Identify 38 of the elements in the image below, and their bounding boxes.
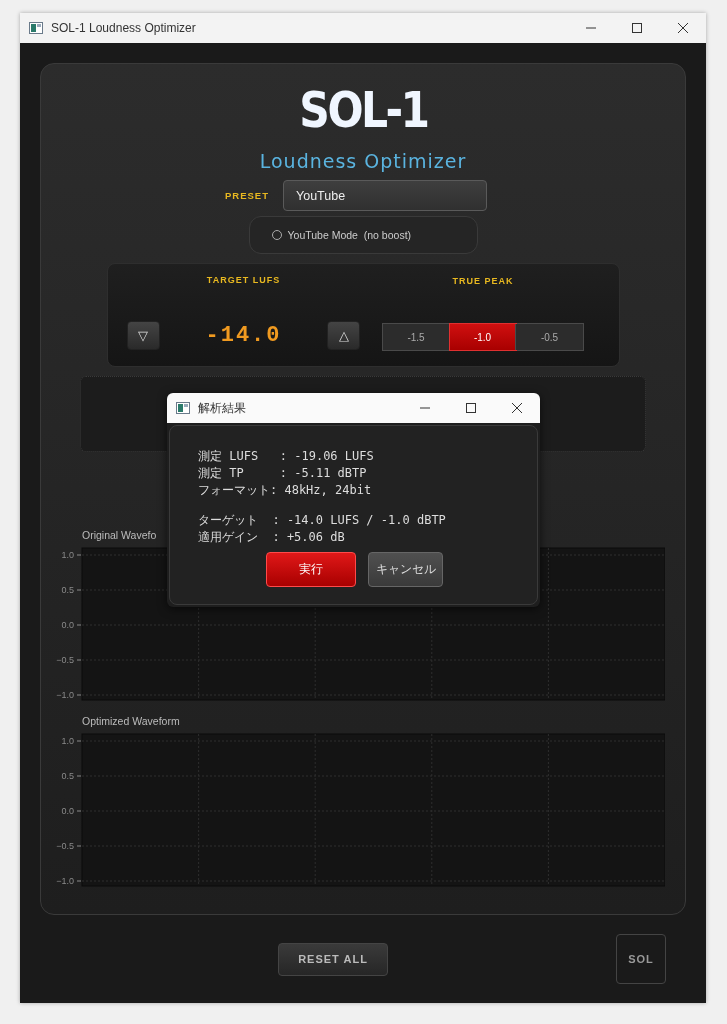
subtitle: Loudness Optimizer bbox=[259, 150, 467, 172]
y-tick: 0.0 bbox=[61, 806, 82, 816]
result-line: 測定 LUFS : -19.06 LUFS bbox=[198, 448, 374, 465]
lufs-value: -14.0 bbox=[205, 323, 282, 348]
preset-dropdown[interactable]: YouTube bbox=[283, 180, 487, 211]
y-tick: 1.0 bbox=[61, 736, 82, 746]
y-tick: −0.5 bbox=[56, 841, 82, 851]
preset-label: PRESET bbox=[225, 190, 269, 201]
y-tick: 1.0 bbox=[61, 550, 82, 560]
y-tick: −0.5 bbox=[56, 655, 82, 665]
window-title: SOL-1 Loudness Optimizer bbox=[51, 21, 197, 35]
peak-option[interactable]: -1.5 bbox=[383, 324, 450, 350]
y-tick: −1.0 bbox=[56, 876, 82, 886]
chart-title: Original Wavefo bbox=[82, 529, 157, 541]
result-line: 適用ゲイン : +5.06 dB bbox=[198, 529, 345, 546]
result-line: ターゲット : -14.0 LUFS / -1.0 dBTP bbox=[198, 512, 446, 529]
cancel-button[interactable]: キャンセル bbox=[368, 552, 443, 587]
peak-option[interactable]: -0.5 bbox=[516, 324, 583, 350]
result-line: 測定 TP : -5.11 dBTP bbox=[198, 465, 367, 482]
y-tick: −1.0 bbox=[56, 690, 82, 700]
chart-title: Optimized Waveform bbox=[82, 715, 180, 727]
app-icon bbox=[176, 402, 190, 414]
result-line: フォーマット: 48kHz, 24bit bbox=[198, 482, 372, 499]
decrease-button[interactable]: ▽ bbox=[126, 321, 160, 350]
run-button[interactable]: 実行 bbox=[266, 552, 356, 587]
peak-option[interactable]: -1.0 bbox=[449, 324, 517, 350]
logo: SOL-1 bbox=[298, 82, 428, 138]
increase-button[interactable]: △ bbox=[327, 321, 361, 350]
reset-all-button[interactable]: RESET ALL bbox=[278, 942, 388, 976]
dialog-title: 解析結果 bbox=[198, 399, 247, 417]
target-lufs-label: TARGET LUFS bbox=[206, 275, 281, 285]
y-tick: 0.0 bbox=[61, 620, 82, 630]
y-tick: 0.5 bbox=[61, 771, 82, 781]
true-peak-label: TRUE PEAK bbox=[452, 276, 514, 286]
sol-logo-badge: SOL bbox=[616, 934, 666, 984]
mode-label: YouTube Mode (no boost) bbox=[287, 229, 412, 241]
app-icon bbox=[29, 22, 43, 34]
y-tick: 0.5 bbox=[61, 585, 82, 595]
